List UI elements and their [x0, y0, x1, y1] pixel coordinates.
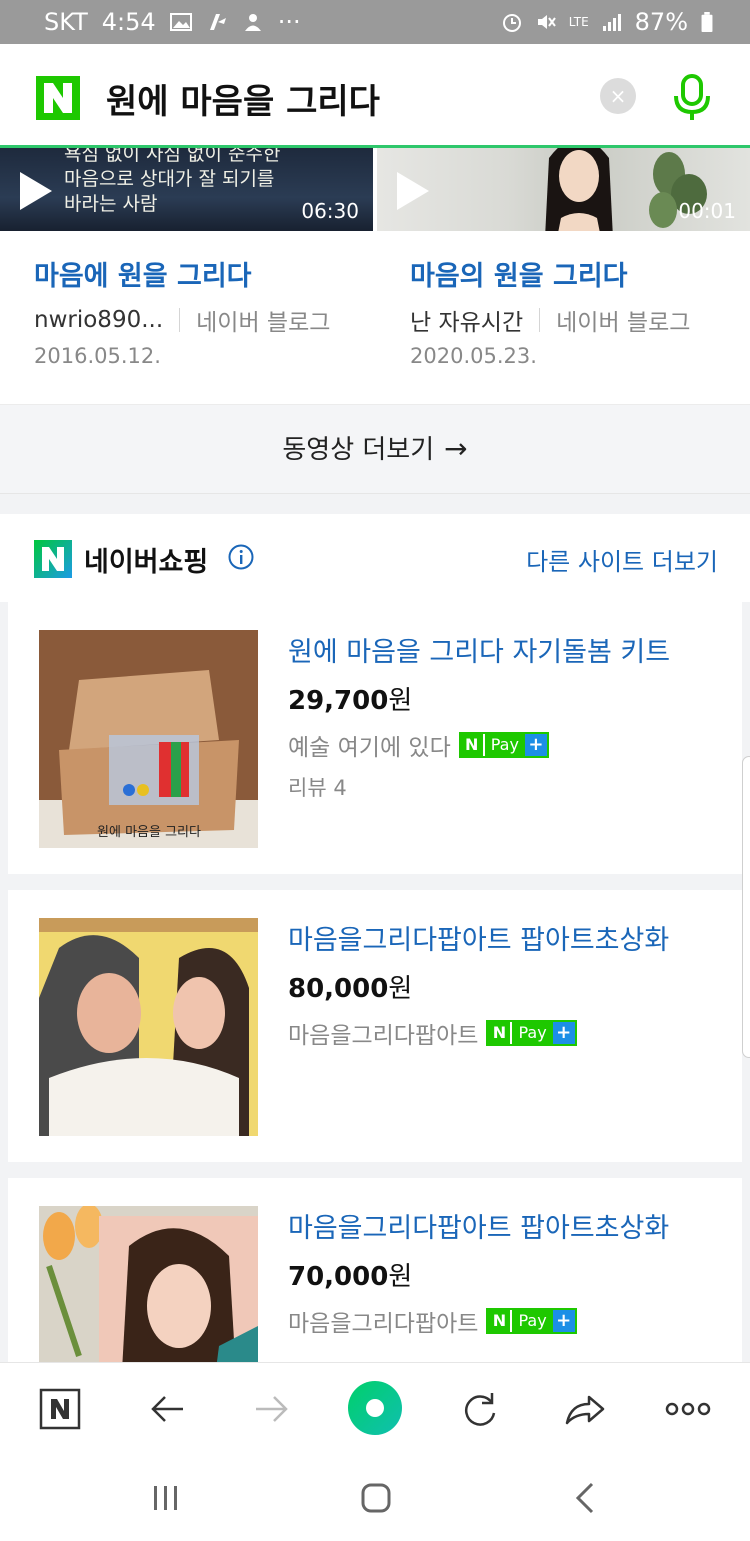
video-duration: 06:30 — [301, 199, 359, 223]
clear-search-button[interactable]: × — [600, 78, 636, 114]
product-card[interactable]: 원에 마음을 그리다 원에 마음을 그리다 자기돌봄 키트 29,700원 예술… — [8, 602, 742, 874]
system-navigation-bar — [0, 1454, 750, 1541]
video-thumbnail-1[interactable]: 욕심 없이 사심 없이 순수한 마음으로 상대가 잘 되기를 바라는 사람 06… — [0, 148, 373, 231]
gallery-icon — [169, 13, 192, 31]
video-duration: 00:01 — [678, 199, 736, 223]
more-options-icon[interactable] — [664, 1385, 712, 1433]
video-author[interactable]: nwrio890... — [34, 307, 163, 333]
divider — [539, 308, 541, 332]
video-meta-1: nwrio890... 네이버 블로그 — [34, 303, 330, 337]
naver-home-icon[interactable] — [36, 1385, 84, 1433]
video-source: 네이버 블로그 — [196, 310, 331, 336]
refresh-icon[interactable] — [456, 1385, 504, 1433]
product-card[interactable]: 마음을그리다팝아트 팝아트초상화 80,000원 마음을그리다팝아트 N Pay + — [8, 890, 742, 1162]
home-icon[interactable] — [356, 1478, 396, 1518]
product-photo — [39, 918, 258, 1136]
more-notifications-icon: ··· — [277, 8, 301, 36]
product-price: 29,700원 — [288, 686, 413, 716]
seller-name[interactable]: 마음을그리다팝아트 — [288, 1016, 478, 1050]
arrow-right-icon: → — [444, 432, 468, 465]
forward-icon[interactable] — [248, 1385, 296, 1433]
product-seller: 마음을그리다팝아트 N Pay + — [288, 1304, 577, 1338]
play-icon[interactable] — [393, 170, 431, 212]
video-date-2: 2020.05.23. — [410, 344, 537, 368]
video-results: 욕심 없이 사심 없이 순수한 마음으로 상대가 잘 되기를 바라는 사람 06… — [0, 148, 750, 404]
shopping-title: 네이버쇼핑 — [84, 547, 209, 578]
search-header: 원에 마음을 그리다 × — [0, 44, 750, 148]
battery-icon — [701, 12, 713, 32]
video-author[interactable]: 난 자유시간 — [410, 303, 523, 337]
alarm-icon — [502, 14, 521, 32]
other-sites-more-link[interactable]: 다른 사이트 더보기 — [526, 542, 718, 577]
search-query-text[interactable]: 원에 마음을 그리다 — [106, 74, 380, 123]
review-count[interactable]: 리뷰 4 — [288, 772, 347, 802]
network-label: LTE — [568, 15, 589, 29]
more-videos-button[interactable]: 동영상 더보기 → — [0, 404, 750, 494]
product-image[interactable] — [39, 1206, 258, 1362]
carrier-label: SKT — [44, 8, 88, 36]
recent-apps-icon[interactable] — [146, 1478, 186, 1518]
signal-icon — [602, 14, 621, 31]
naver-logo[interactable] — [36, 76, 80, 120]
product-card[interactable]: 마음을그리다팝아트 팝아트초상화 70,000원 마음을그리다팝아트 N Pay + — [8, 1178, 742, 1362]
more-videos-label: 동영상 더보기 — [282, 435, 435, 465]
product-seller: 마음을그리다팝아트 N Pay + — [288, 1016, 577, 1050]
app-notification-icon-2 — [244, 14, 261, 31]
clock: 4:54 — [101, 8, 156, 36]
system-back-icon[interactable] — [566, 1478, 606, 1518]
product-price: 80,000원 — [288, 974, 413, 1004]
divider — [179, 308, 181, 332]
seller-name[interactable]: 예술 여기에 있다 — [288, 728, 451, 762]
video-thumbnail-caption: 욕심 없이 사심 없이 순수한 마음으로 상대가 잘 되기를 바라는 사람 — [64, 148, 281, 215]
product-title[interactable]: 마음을그리다팝아트 팝아트초상화 — [288, 918, 669, 957]
back-icon[interactable] — [143, 1385, 191, 1433]
npay-badge: N Pay + — [486, 1308, 577, 1334]
product-price: 70,000원 — [288, 1262, 413, 1292]
video-source: 네이버 블로그 — [556, 310, 691, 336]
product-photo — [39, 1206, 258, 1362]
mute-icon — [537, 15, 556, 29]
video-meta-2: 난 자유시간 네이버 블로그 — [410, 303, 690, 337]
svg-text:원에 마음을 그리다: 원에 마음을 그리다 — [97, 825, 201, 840]
share-icon[interactable] — [561, 1385, 609, 1433]
shopping-header: 네이버쇼핑 다른 사이트 더보기 — [0, 514, 750, 602]
status-bar: SKT 4:54 ··· LTE 87% — [0, 0, 750, 44]
edge-panel-handle[interactable] — [742, 756, 750, 1058]
product-image[interactable] — [39, 918, 258, 1136]
green-dot-button[interactable] — [346, 1379, 404, 1437]
product-title[interactable]: 원에 마음을 그리다 자기돌봄 키트 — [288, 630, 670, 669]
video-title-1[interactable]: 마음에 원을 그리다 — [34, 254, 252, 293]
npay-badge: N Pay + — [458, 732, 549, 758]
npay-badge: N Pay + — [486, 1020, 577, 1046]
product-seller: 예술 여기에 있다 N Pay + — [288, 728, 549, 762]
naver-shopping-logo — [34, 540, 72, 578]
app-notification-icon — [209, 14, 226, 30]
illustration-figure — [545, 148, 613, 231]
product-image[interactable]: 원에 마음을 그리다 — [39, 630, 258, 848]
browser-toolbar — [0, 1362, 750, 1455]
video-date-1: 2016.05.12. — [34, 344, 161, 368]
info-icon[interactable] — [228, 544, 254, 570]
battery-percent: 87% — [634, 8, 688, 36]
product-photo: 원에 마음을 그리다 — [39, 630, 258, 848]
product-title[interactable]: 마음을그리다팝아트 팝아트초상화 — [288, 1206, 669, 1245]
play-icon[interactable] — [16, 170, 54, 212]
video-thumbnail-2[interactable]: 00:01 — [377, 148, 750, 231]
seller-name[interactable]: 마음을그리다팝아트 — [288, 1304, 478, 1338]
video-title-2[interactable]: 마음의 원을 그리다 — [410, 254, 628, 293]
voice-search-icon[interactable] — [670, 74, 714, 122]
